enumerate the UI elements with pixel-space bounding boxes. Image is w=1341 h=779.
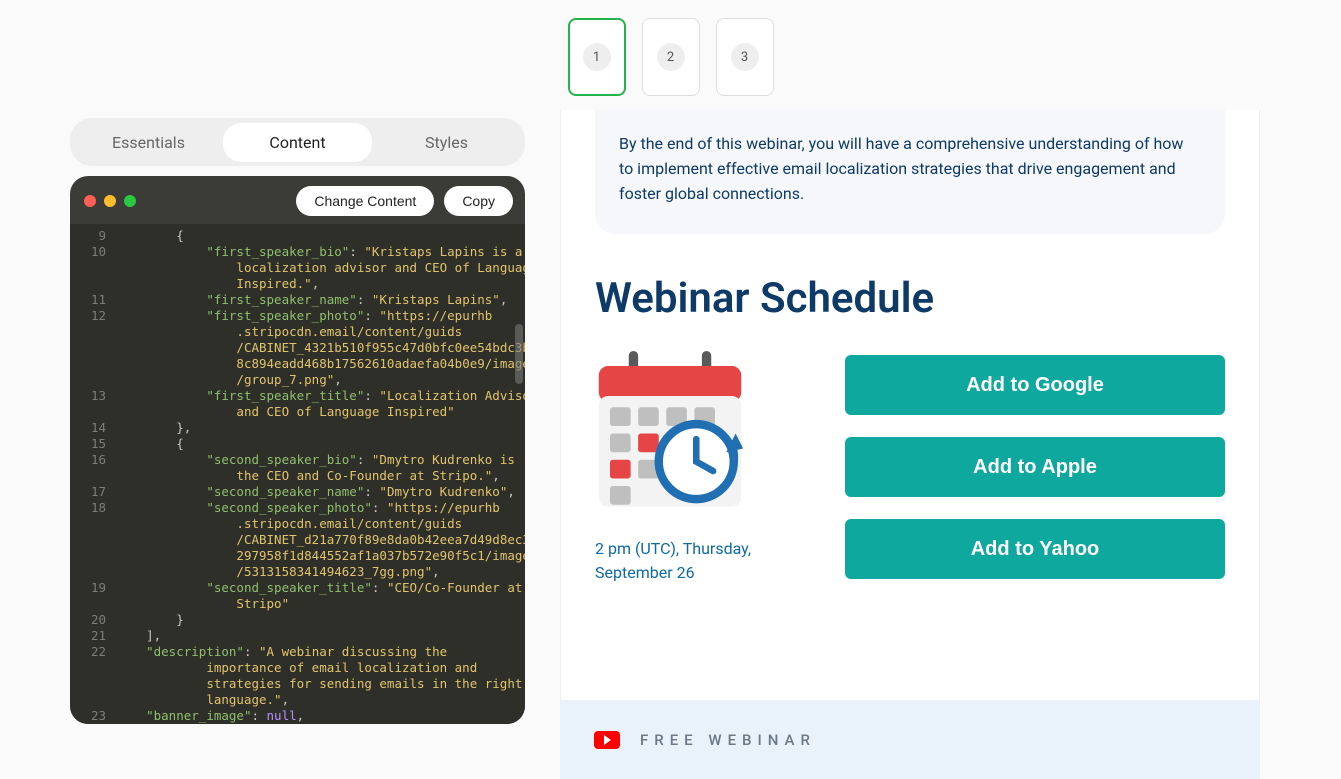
preview-pane: By the end of this webinar, you will hav… [560, 110, 1260, 779]
calendar-clock-icon [595, 351, 745, 510]
calendar-buttons: Add to Google Add to Apple Add to Yahoo [845, 351, 1225, 579]
tab-content[interactable]: Content [223, 123, 372, 162]
scrollbar-thumb[interactable] [515, 324, 523, 384]
maximize-icon [124, 195, 136, 207]
tab-essentials[interactable]: Essentials [74, 123, 223, 162]
tab-styles[interactable]: Styles [372, 123, 521, 162]
code-panel: Change Content Copy 91011121314151617181… [70, 176, 525, 724]
left-panel: Essentials Content Styles Change Content… [70, 118, 525, 724]
add-to-apple-button[interactable]: Add to Apple [845, 437, 1225, 497]
page-number: 1 [583, 43, 611, 71]
footer-banner: FREE WEBINAR [560, 700, 1260, 779]
line-gutter: 91011121314151617181920212223242526 [70, 224, 114, 724]
schedule-time: 2 pm (UTC), Thursday, September 26 [595, 537, 765, 585]
page-thumb-3[interactable]: 3 [716, 18, 774, 96]
tab-bar: Essentials Content Styles [70, 118, 525, 166]
page-number: 3 [731, 43, 759, 71]
add-to-yahoo-button[interactable]: Add to Yahoo [845, 519, 1225, 579]
page-thumb-2[interactable]: 2 [642, 18, 700, 96]
page-number: 2 [657, 43, 685, 71]
calendar-column: 2 pm (UTC), Thursday, September 26 [595, 351, 765, 584]
code-lines[interactable]: { "first_speaker_bio": "Kristaps Lapins … [114, 224, 525, 724]
youtube-icon [594, 731, 620, 749]
minimize-icon [104, 195, 116, 207]
page-thumb-1[interactable]: 1 [568, 18, 626, 96]
webinar-description: By the end of this webinar, you will hav… [595, 110, 1225, 234]
copy-button[interactable]: Copy [444, 186, 513, 216]
pagination: 1 2 3 [568, 18, 774, 96]
schedule-heading: Webinar Schedule [595, 274, 1225, 323]
schedule-row: 2 pm (UTC), Thursday, September 26 Add t… [595, 351, 1225, 584]
change-content-button[interactable]: Change Content [296, 186, 434, 216]
code-body[interactable]: 91011121314151617181920212223242526 { "f… [70, 224, 525, 724]
traffic-lights [84, 195, 136, 207]
free-webinar-label: FREE WEBINAR [640, 731, 816, 749]
close-icon [84, 195, 96, 207]
code-toolbar: Change Content Copy [70, 176, 525, 224]
add-to-google-button[interactable]: Add to Google [845, 355, 1225, 415]
